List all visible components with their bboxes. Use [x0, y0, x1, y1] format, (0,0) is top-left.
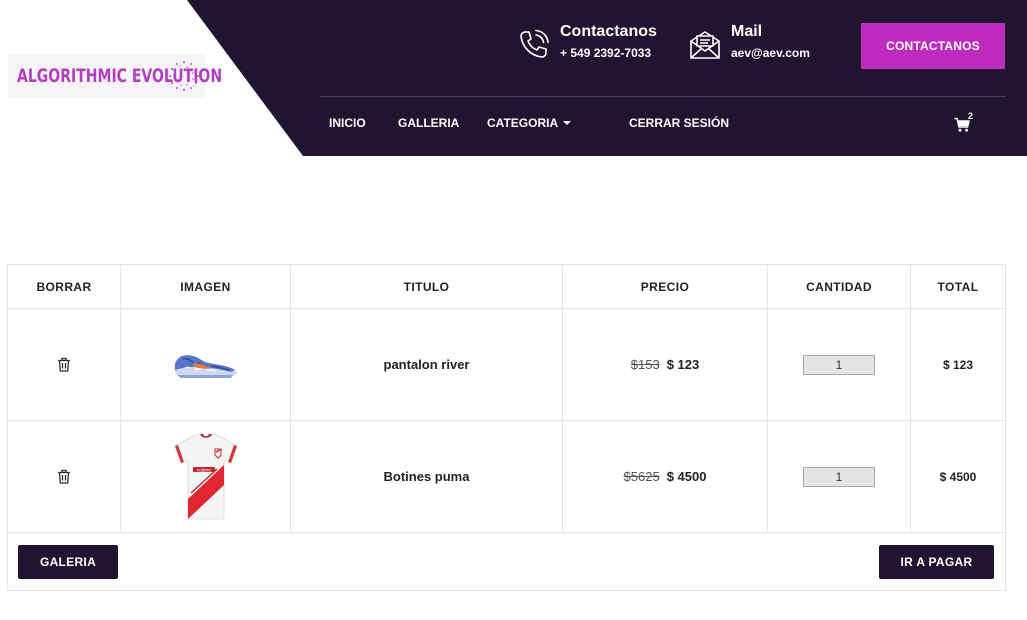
current-price: $ 123 [666, 357, 700, 372]
phone-title: Contactanos [560, 23, 657, 40]
contactanos-button[interactable]: CONTACTANOS [861, 23, 1005, 69]
phone-icon [520, 29, 549, 58]
mail-title: Mail [731, 23, 763, 40]
phone-number: + 549 2392-7033 [560, 46, 652, 60]
contact-phone: Contactanos + 549 2392-7033 [517, 22, 657, 62]
cart-table: BORRAR IMAGEN TITULO PRECIO CANTIDAD TOT… [7, 264, 1006, 591]
current-price: $ 4500 [666, 469, 707, 484]
quantity-cell [768, 309, 911, 420]
price-cell: $5625 $ 4500 [563, 421, 768, 532]
ir-a-pagar-button[interactable]: IR A PAGAR [879, 544, 994, 579]
cart-actions-row: GALERIA IR A PAGAR [8, 533, 1005, 590]
nav-item-galleria[interactable]: GALLERIA [398, 116, 459, 130]
site-header: ALGORITHMIC EVOLUTION Contactanos + 549 … [0, 0, 1027, 156]
column-header: IMAGEN [121, 265, 291, 308]
delete-cell [8, 309, 121, 420]
column-header: PRECIO [563, 265, 768, 308]
nav-item-inicio[interactable]: INICIO [329, 116, 366, 130]
caret-down-icon [563, 121, 572, 125]
column-header: TOTAL [937, 279, 979, 294]
old-price: $153 [630, 357, 660, 372]
quantity-input[interactable] [803, 354, 875, 375]
trash-icon[interactable] [57, 469, 71, 484]
product-title[interactable]: Botines puma [384, 469, 470, 484]
site-logo[interactable]: ALGORITHMIC EVOLUTION [8, 54, 222, 98]
mail-icon [690, 31, 720, 59]
nav-item-cerrar-sesion[interactable]: CERRAR SESIÓN [629, 116, 729, 130]
total-cell: $ 123 [911, 309, 1005, 420]
total-cell: $ 4500 [911, 421, 1005, 532]
svg-text:codere: codere [197, 467, 211, 472]
galeria-button[interactable]: GALERIA [18, 544, 118, 579]
price-cell: $153 $ 123 [563, 309, 768, 420]
river-jersey-image: codere [174, 433, 237, 519]
mail-address[interactable]: aev@aev.com [731, 46, 810, 60]
image-cell: codere [121, 421, 291, 532]
football-boot-image [174, 354, 237, 378]
nav-item-label: CATEGORIA [487, 116, 559, 130]
table-row: pantalon river $153 $ 123 $ 123 [8, 309, 1005, 421]
title-cell: Botines puma [291, 421, 563, 532]
nav-item-label: INICIO [329, 116, 366, 130]
column-header: TITULO [291, 265, 563, 308]
nav-item-label: CERRAR SESIÓN [629, 116, 730, 130]
row-total: $ 4500 [939, 469, 977, 484]
row-total: $ 123 [942, 357, 974, 372]
column-header: BORRAR [8, 265, 121, 308]
contact-mail: Mail aev@aev.com [688, 22, 810, 62]
table-row: codere Botines puma $5625 $ 4500 $ 4500 [8, 421, 1005, 533]
quantity-cell [768, 421, 911, 532]
old-price: $5625 [623, 469, 660, 484]
title-cell: pantalon river [291, 309, 563, 420]
image-cell [121, 309, 291, 420]
cart-count-badge: 2 [968, 111, 974, 121]
column-header: CANTIDAD [768, 265, 911, 308]
logo-sparkle-icon [169, 60, 200, 92]
quantity-input[interactable] [803, 466, 875, 487]
product-title[interactable]: pantalon river [384, 357, 470, 372]
table-header-row: BORRAR IMAGEN TITULO PRECIO CANTIDAD TOT… [8, 265, 1005, 309]
nav-item-categoria[interactable]: CATEGORIA [487, 116, 572, 130]
nav-item-label: GALLERIA [398, 116, 460, 130]
nav-divider [320, 96, 1006, 97]
trash-icon[interactable] [57, 357, 71, 372]
delete-cell [8, 421, 121, 532]
